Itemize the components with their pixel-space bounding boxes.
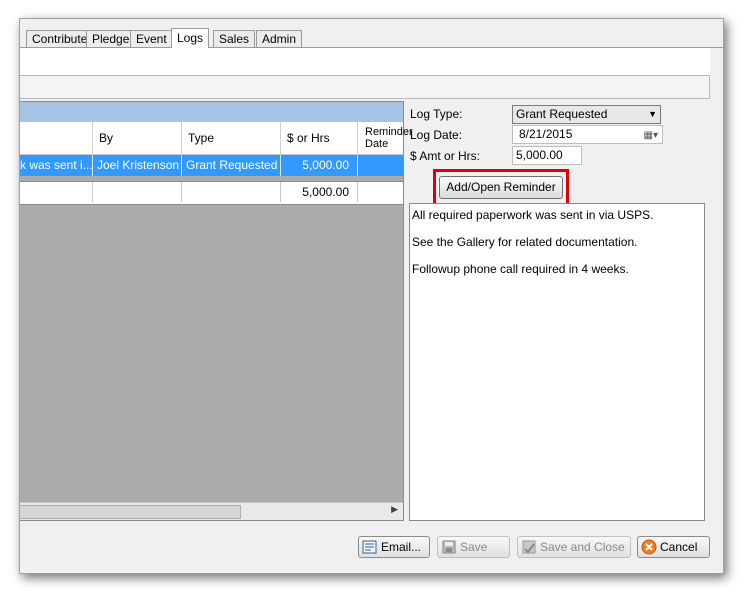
grid-group-band bbox=[20, 102, 403, 122]
log-type-label: Log Type: bbox=[410, 107, 463, 121]
cell-type: Grant Requested bbox=[182, 155, 281, 176]
save-button[interactable]: Save bbox=[437, 536, 510, 558]
email-icon bbox=[362, 540, 377, 554]
save-and-close-button[interactable]: Save and Close bbox=[517, 536, 631, 558]
tab-logs[interactable]: Logs bbox=[171, 28, 210, 48]
cell-description: k was sent i... bbox=[20, 155, 93, 176]
table-row[interactable]: k was sent i... Joel Kristenson Grant Re… bbox=[20, 155, 403, 176]
total-cell-reminder bbox=[358, 182, 404, 202]
amount-input[interactable]: 5,000.00 bbox=[512, 146, 582, 165]
column-header-description[interactable] bbox=[20, 122, 93, 154]
calendar-dropdown-icon[interactable]: ▦▾ bbox=[644, 127, 658, 144]
cancel-icon bbox=[641, 539, 657, 555]
horizontal-scrollbar[interactable]: ▶ bbox=[20, 502, 403, 520]
log-date-picker[interactable]: 8/21/2015 ▦▾ bbox=[512, 125, 663, 144]
cell-reminder-date bbox=[358, 155, 404, 176]
tab-content-area bbox=[20, 48, 710, 76]
chevron-down-icon: ▼ bbox=[648, 109, 657, 119]
log-date-label: Log Date: bbox=[410, 128, 463, 142]
tab-admin[interactable]: Admin bbox=[256, 30, 303, 47]
amount-label: $ Amt or Hrs: bbox=[410, 149, 481, 163]
cell-by: Joel Kristenson bbox=[93, 155, 182, 176]
cell-amount: 5,000.00 bbox=[281, 155, 358, 176]
total-cell-type bbox=[182, 182, 281, 202]
add-open-reminder-button[interactable]: Add/Open Reminder bbox=[439, 176, 563, 199]
cancel-button[interactable]: Cancel bbox=[637, 536, 710, 558]
save-close-icon bbox=[522, 540, 536, 554]
note-line: Followup phone call required in 4 weeks. bbox=[412, 262, 629, 276]
total-cell-by bbox=[93, 182, 182, 202]
grid-header: By Type $ or Hrs Reminder Date bbox=[20, 122, 413, 155]
save-button-label: Save bbox=[460, 540, 488, 554]
scrollbar-thumb[interactable] bbox=[20, 505, 241, 519]
column-header-type[interactable]: Type bbox=[182, 122, 281, 154]
email-button-label: Email... bbox=[381, 540, 422, 554]
tab-contribute[interactable]: Contribute bbox=[26, 30, 94, 47]
column-header-amount[interactable]: $ or Hrs bbox=[281, 122, 358, 154]
note-line: All required paperwork was sent in via U… bbox=[412, 208, 654, 222]
tab-event[interactable]: Event bbox=[130, 30, 173, 47]
cancel-button-label: Cancel bbox=[660, 540, 698, 554]
log-date-value: 8/21/2015 bbox=[519, 127, 573, 141]
save-icon bbox=[442, 540, 456, 554]
grid-total-row: 5,000.00 bbox=[20, 181, 403, 205]
column-header-reminder-date[interactable]: Reminder Date bbox=[358, 122, 413, 154]
column-header-by[interactable]: By bbox=[93, 122, 182, 154]
toolbar-band bbox=[20, 75, 710, 99]
save-and-close-label: Save and Close bbox=[540, 540, 625, 554]
total-cell-description bbox=[20, 182, 93, 202]
log-type-value: Grant Requested bbox=[516, 107, 608, 121]
total-amount: 5,000.00 bbox=[281, 182, 358, 202]
tab-sales[interactable]: Sales bbox=[213, 30, 256, 47]
notes-textarea[interactable]: All required paperwork was sent in via U… bbox=[409, 203, 705, 521]
logs-grid[interactable]: By Type $ or Hrs Reminder Date k was sen… bbox=[20, 101, 413, 521]
scroll-right-icon[interactable]: ▶ bbox=[391, 504, 398, 515]
note-line: See the Gallery for related documentatio… bbox=[412, 235, 638, 249]
log-type-select[interactable]: Grant Requested ▼ bbox=[512, 105, 661, 124]
tab-pledge[interactable]: Pledge bbox=[86, 30, 136, 47]
email-button[interactable]: Email... bbox=[358, 536, 430, 558]
log-window: Contribute Pledge Event Logs Sales Admin… bbox=[19, 18, 724, 574]
